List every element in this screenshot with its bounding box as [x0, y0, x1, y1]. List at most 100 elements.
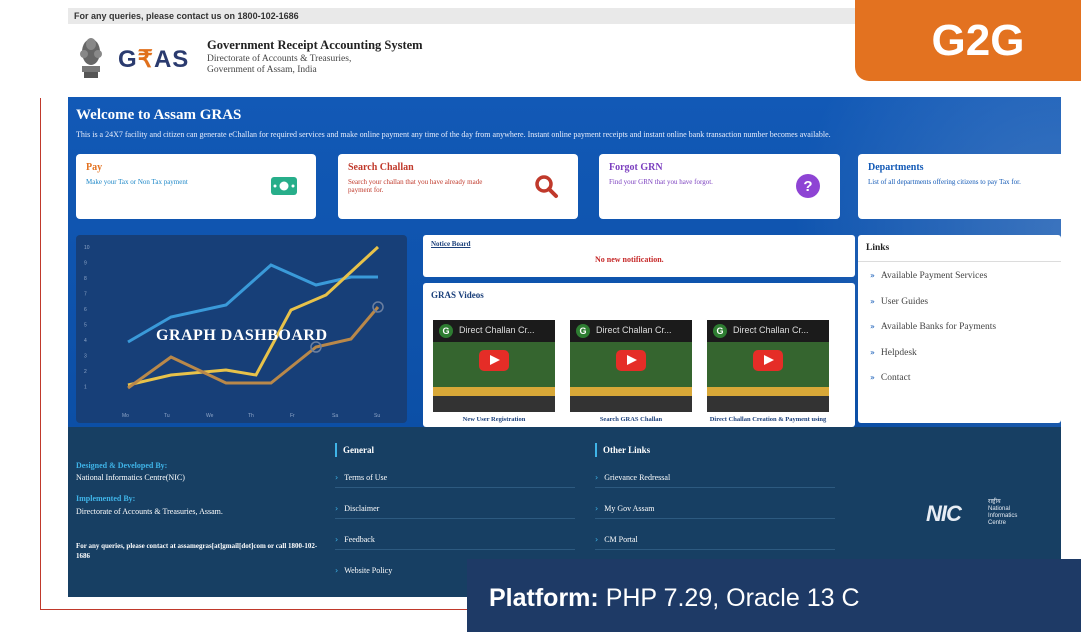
x-tick-label: We	[206, 413, 214, 419]
logo-part-g: G	[118, 46, 138, 73]
double-chevron-icon: »	[870, 296, 875, 306]
card-departments[interactable]: Departments List of all departments offe…	[858, 154, 1061, 219]
video-caption[interactable]: New User Registration	[429, 416, 559, 423]
card-desc: Search your challan that you have alread…	[348, 178, 483, 194]
graph-dashboard[interactable]: 10 9 8 7 6 5 4 3 2 1 Mo Tu We Th Fr Sa Su GRAPH DASHBOA…	[76, 235, 407, 423]
link-label: User Guides	[880, 296, 929, 307]
y-tick-label: 6	[84, 307, 87, 313]
links-title: Links	[866, 243, 890, 253]
footer-link-label: Feedback	[344, 535, 375, 544]
video-caption[interactable]: Direct Challan Creation & Payment using	[703, 416, 833, 423]
card-title: Departments	[868, 162, 924, 173]
card-pay[interactable]: Pay Make your Tax or Non Tax payment	[76, 154, 316, 219]
video-strip	[433, 387, 555, 396]
nic-hindi-text: राष्ट्रीय	[988, 499, 1001, 505]
nic-logo-mark: NIC	[926, 501, 962, 526]
notice-message: No new notification.	[595, 255, 664, 264]
y-tick-label: 4	[84, 338, 87, 344]
card-desc: List of all departments offering citizen…	[868, 178, 1021, 186]
link-label: Helpdesk	[880, 347, 917, 358]
site-subtitle: Directorate of Accounts & Treasuries, Go…	[207, 54, 351, 76]
graph-x-ticks: Mo Tu We Th Fr Sa Su	[122, 413, 380, 419]
video-footer	[707, 396, 829, 412]
footer-general-heading: General	[335, 443, 575, 457]
footer-link-grievance[interactable]: › Grievance Redressal	[595, 457, 835, 488]
chevron-right-icon: ›	[335, 473, 339, 482]
y-tick-label: 3	[84, 354, 87, 360]
links-divider	[858, 261, 1061, 262]
implemented-by-text: Directorate of Accounts & Treasuries, As…	[76, 507, 223, 516]
implemented-by-heading: Implemented By:	[76, 494, 136, 503]
link-label: Available Banks for Payments	[880, 322, 997, 332]
y-tick-label: 10	[84, 245, 90, 251]
card-desc: Find your GRN that you have forgot.	[609, 178, 713, 186]
money-icon	[270, 172, 298, 200]
g2g-tag: G2G	[855, 0, 1081, 81]
chevron-right-icon: ›	[335, 535, 339, 544]
card-search-challan[interactable]: Search Challan Search your challan that …	[338, 154, 578, 219]
link-available-payment-services[interactable]: » Available Payment Services	[870, 271, 996, 297]
card-desc: Make your Tax or Non Tax payment	[86, 178, 188, 186]
footer-contact-text: For any queries, please contact at assam…	[76, 542, 318, 560]
link-contact[interactable]: » Contact	[870, 373, 996, 399]
x-tick-label: Mo	[122, 413, 129, 419]
notice-board-title[interactable]: Notice Board	[431, 240, 470, 248]
footer-link-feedback[interactable]: › Feedback	[335, 519, 575, 550]
footer-link-terms[interactable]: › Terms of Use	[335, 457, 575, 488]
x-tick-label: Su	[374, 413, 380, 419]
y-tick-label: 7	[84, 292, 87, 298]
frame-line-horizontal	[40, 609, 470, 610]
subtitle-line-2: Government of Assam, India	[207, 65, 317, 75]
play-icon[interactable]	[616, 350, 646, 371]
link-helpdesk[interactable]: » Helpdesk	[870, 348, 996, 374]
y-tick-label: 5	[84, 323, 87, 329]
footer-link-label: Grievance Redressal	[604, 473, 671, 482]
welcome-description: This is a 24X7 facility and citizen can …	[76, 130, 831, 139]
video-footer	[570, 396, 692, 412]
chevron-right-icon: ›	[595, 535, 599, 544]
x-tick-label: Sa	[332, 413, 338, 419]
footer-link-disclaimer[interactable]: › Disclaimer	[335, 488, 575, 519]
link-user-guides[interactable]: » User Guides	[870, 297, 996, 323]
video-thumbnail[interactable]: G Direct Challan Cr...	[433, 320, 555, 412]
play-icon[interactable]	[479, 350, 509, 371]
double-chevron-icon: »	[870, 373, 875, 382]
links-panel: Links » Available Payment Services » User …	[858, 235, 1061, 423]
double-chevron-icon: »	[870, 322, 875, 331]
chevron-right-icon: ›	[595, 473, 599, 482]
video-strip	[707, 387, 829, 396]
videos-title: GRAS Videos	[431, 290, 484, 300]
chevron-right-icon: ›	[595, 504, 599, 513]
video-caption[interactable]: Search GRAS Challan	[566, 416, 696, 423]
graph-dashboard-label: GRAPH DASHBOARD	[156, 327, 328, 344]
platform-value: PHP 7.29, Oracle 13 C	[605, 584, 860, 612]
subtitle-line-1: Directorate of Accounts & Treasuries,	[207, 54, 352, 64]
video-strip	[570, 387, 692, 396]
chevron-right-icon: ›	[335, 566, 339, 575]
chevron-right-icon: ›	[335, 504, 339, 513]
y-tick-label: 9	[84, 261, 87, 267]
nic-line: Informatics	[988, 513, 1018, 519]
y-tick-label: 1	[84, 385, 87, 391]
footer-link-label: CM Portal	[604, 535, 638, 544]
state-emblem-icon	[80, 38, 102, 78]
video-thumbnail[interactable]: G Direct Challan Cr...	[570, 320, 692, 412]
link-label: Contact	[880, 373, 911, 383]
link-label: Available Payment Services	[880, 271, 988, 281]
card-forgot-grn[interactable]: Forgot GRN Find your GRN that you have f…	[599, 154, 840, 219]
nic-logo-text: राष्ट्रीय National Informatics Centre	[988, 499, 1017, 527]
play-icon[interactable]	[753, 350, 783, 371]
logo-part-rupee: ₹	[137, 46, 154, 73]
video-thumbnail[interactable]: G Direct Challan Cr...	[707, 320, 829, 412]
link-available-banks[interactable]: » Available Banks for Payments	[870, 322, 996, 348]
search-icon	[532, 172, 560, 200]
channel-avatar-icon: G	[439, 324, 453, 338]
footer-link-label: My Gov Assam	[604, 504, 655, 513]
page-root: For any queries, please contact us on 18…	[0, 0, 1081, 632]
designed-by-text: National Informatics Centre(NIC)	[76, 473, 185, 482]
footer-link-my-gov-assam[interactable]: › My Gov Assam	[595, 488, 835, 519]
double-chevron-icon: »	[870, 347, 875, 357]
footer-link-label: Terms of Use	[344, 473, 388, 482]
video-thumb-title: Direct Challan Cr...	[733, 325, 809, 335]
footer-link-cm-portal[interactable]: › CM Portal	[595, 519, 835, 550]
